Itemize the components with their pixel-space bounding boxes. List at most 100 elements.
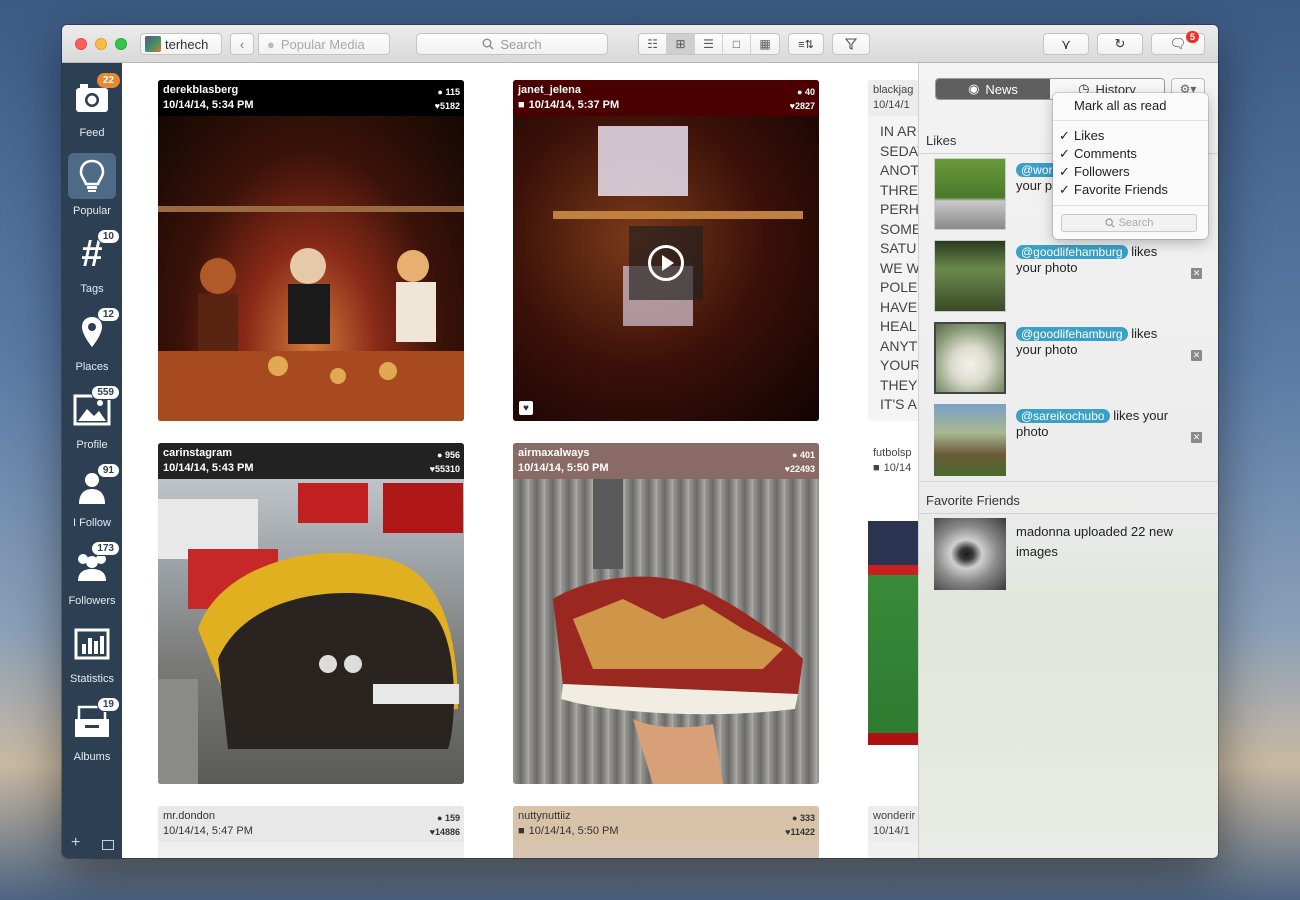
square-icon: □ [732,37,741,51]
menu-item-followers[interactable]: ✓ Followers [1053,163,1208,181]
card-photo[interactable] [868,521,918,745]
dismiss-notification-button[interactable]: ✕ [1191,432,1202,443]
mark-all-read-menu-item[interactable]: Mark all as read [1053,97,1208,115]
comment-icon: ● [797,87,803,97]
media-card[interactable]: carinstagram 10/14/14, 5:43 PM ● 956 ♥55… [158,443,464,784]
media-card[interactable]: janet_jelena ■ 10/14/14, 5:37 PM ● 40 ♥28… [513,80,819,421]
card-photo[interactable] [158,479,464,784]
card-username[interactable]: nuttynuttiiz [518,810,814,822]
notification-thumbnail[interactable] [934,322,1006,394]
media-card[interactable]: mr.dondon 10/14/14, 5:47 PM ● 159 ♥14886 [158,806,464,858]
card-username[interactable]: derekblasberg [163,84,459,96]
card-username[interactable]: mr.dondon [163,810,459,822]
media-card[interactable]: nuttynuttiiz ■ 10/14/14, 5:50 PM ● 333 ♥1… [513,806,819,858]
search-placeholder: Search [500,36,542,52]
sidebar-item-albums[interactable]: 19 Albums [62,695,122,769]
user-mention[interactable]: @goodlifehamburg [1016,245,1128,259]
notification-item[interactable]: @goodlifehamburg likes your photo ✕ [934,322,1204,396]
minimize-window-button[interactable] [95,38,107,50]
close-window-button[interactable] [75,38,87,50]
like-count-value: 5182 [439,101,460,111]
collapse-button[interactable]: ⋎ [1043,33,1089,55]
media-card[interactable]: derekblasberg 10/14/14, 5:34 PM ● 115 ♥5… [158,80,464,421]
tab-news[interactable]: ◉ News [936,79,1050,99]
favorite-thumbnail[interactable] [934,518,1006,590]
media-card[interactable]: blackjag 10/14/1 IN AR SEDAT ANOT THRE P… [868,80,918,421]
sidebar-icon-box: 12 [68,307,120,355]
location-field[interactable]: ● Popular Media [258,33,390,55]
small-grid-view-button[interactable]: ☷ [639,34,667,54]
notification-settings-menu: Mark all as read ✓ Likes ✓ Comments ✓ Fo… [1053,93,1208,239]
sidebar-item-tags[interactable]: # 10 Tags [62,227,122,301]
card-date: ■ 10/14 [873,462,918,474]
notification-item[interactable]: @sareikochubo likes your photo ✕ [934,404,1204,478]
sidebar-item-places[interactable]: 12 Places [62,305,122,379]
add-icon[interactable]: + [71,834,80,852]
notification-thumbnail[interactable] [934,158,1006,230]
sidebar-item-feed[interactable]: 22 Feed [62,71,122,145]
like-count-value: 11422 [790,827,815,837]
card-photo[interactable] [513,479,819,784]
refresh-button[interactable]: ↻ [1097,33,1143,55]
notification-item[interactable]: @goodlifehamburg likes your photo ✕ [934,240,1204,314]
user-mention[interactable]: @goodlifehamburg [1016,327,1128,341]
card-stats: ● 333 ♥11422 [785,811,815,839]
card-username[interactable]: carinstagram [163,447,459,459]
card-photo[interactable] [158,116,464,421]
table-view-button[interactable]: ▦ [751,34,779,54]
likes-section-title: Likes [926,133,957,148]
toggle-panel-icon[interactable] [102,840,114,850]
like-count-value: 22493 [789,464,815,474]
media-card[interactable]: futbolsp ■ 10/14 [868,443,918,784]
sort-button[interactable]: ≡⇅ [788,33,824,55]
sidebar-item-followers[interactable]: 173 Followers [62,539,122,613]
comment-count: ● 159 [430,811,460,825]
sidebar-item-popular[interactable]: Popular [62,149,122,223]
card-date-text: 10/14/1 [873,825,910,837]
liked-heart-icon[interactable]: ♥ [519,401,533,415]
sidebar-icon-box: 559 [68,385,120,433]
dismiss-notification-button[interactable]: ✕ [1191,268,1202,279]
account-name: terhech [165,36,209,52]
media-card[interactable]: wonderir 10/14/1 [868,806,918,858]
notification-thumbnail[interactable] [934,240,1006,312]
menu-item-comments[interactable]: ✓ Comments [1053,145,1208,163]
card-username[interactable]: janet_jelena [518,84,814,96]
menu-divider [1053,120,1208,121]
card-username[interactable]: airmaxalways [518,447,814,459]
single-view-button[interactable]: □ [723,34,751,54]
menu-search-input[interactable]: Search [1061,214,1197,232]
comment-count: ● 956 [430,448,460,462]
sidebar-icon-box [68,621,116,667]
search-input[interactable]: Search [416,33,608,55]
card-username[interactable]: blackjag [873,84,918,96]
media-card[interactable]: airmaxalways 10/14/14, 5:50 PM ● 401 ♥22… [513,443,819,784]
grid-view-button[interactable]: ⊞ [667,34,695,54]
play-video-button[interactable] [629,226,703,300]
ad-banner-strip [868,733,918,745]
checkmark-icon: ✓ [1059,146,1070,161]
card-username[interactable]: futbolsp [873,447,918,459]
menu-item-likes[interactable]: ✓ Likes [1053,127,1208,145]
sidebar-item-i-follow[interactable]: 91 I Follow [62,461,122,535]
user-mention[interactable]: @sareikochubo [1016,409,1110,423]
like-count: ♥5182 [435,99,460,113]
filter-button[interactable] [832,33,870,55]
menu-item-favorite-friends[interactable]: ✓ Favorite Friends [1053,181,1208,199]
sidebar-item-statistics[interactable]: Statistics [62,617,122,691]
back-button[interactable]: ‹ [230,33,254,55]
card-username[interactable]: wonderir [873,810,918,822]
toolbar: terhech ‹ ● Popular Media Search ☷ ⊞ ☰ □… [62,25,1218,63]
account-button[interactable]: terhech [140,33,222,55]
favorite-friend-item[interactable]: madonna uploaded 22 new images [934,518,1204,592]
notifications-button[interactable]: 🗨 5 [1151,31,1205,55]
card-stats: ● 159 ♥14886 [430,811,460,839]
maximize-window-button[interactable] [115,38,127,50]
sidebar-item-profile[interactable]: 559 Profile [62,383,122,457]
list-view-button[interactable]: ☰ [695,34,723,54]
dismiss-notification-button[interactable]: ✕ [1191,350,1202,361]
card-header: mr.dondon 10/14/14, 5:47 PM ● 159 ♥14886 [158,806,464,842]
chart-icon [74,628,110,660]
notification-thumbnail[interactable] [934,404,1006,476]
sidebar-icon-box: 173 [68,541,120,589]
